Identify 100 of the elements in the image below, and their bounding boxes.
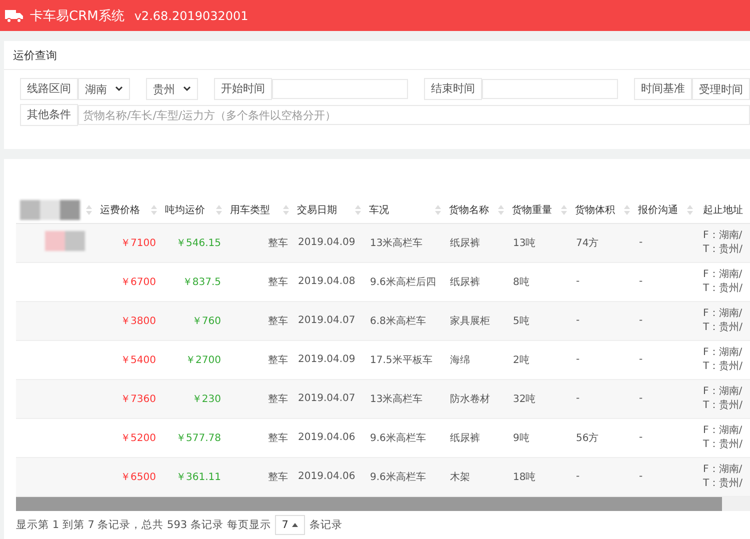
caret-icon	[183, 86, 191, 92]
field-label: 结束时间	[424, 78, 482, 100]
table-cell-text: F：湖南/	[703, 462, 744, 476]
column-header[interactable]: 货物体积	[575, 202, 615, 217]
table-cell: 整车	[268, 432, 288, 444]
table-cell: -	[639, 471, 643, 482]
table-cell: -	[639, 432, 643, 443]
table-cell: 整车	[268, 238, 288, 248]
sort-icon[interactable]	[283, 204, 289, 215]
table-cell: ￥230	[192, 394, 221, 404]
search-field[interactable]: 货物名称/车长/车型/运力方（多个条件以空格分开）	[78, 105, 750, 125]
app-version: v2.68.2019032001	[134, 8, 248, 22]
table-cell: 整车	[268, 276, 288, 288]
table-cell-text: F：湖南/	[703, 346, 744, 360]
table-cell: ￥3800	[120, 316, 156, 326]
table-cell: -	[576, 471, 580, 482]
table-cell: 13吨	[513, 238, 536, 248]
sort-icon[interactable]	[624, 204, 630, 215]
table-cell: ￥577.78	[176, 432, 221, 444]
table-cell: 海绵	[450, 354, 470, 366]
table-cell: ￥837.5	[182, 276, 221, 288]
caret-icon	[115, 86, 123, 92]
table-cell: -	[576, 393, 580, 404]
sort-icon[interactable]	[355, 204, 361, 215]
sort-icon[interactable]	[687, 204, 693, 215]
table-cell: ￥2700	[186, 354, 221, 366]
table-cell-text: F：湖南/	[703, 306, 744, 320]
column-header[interactable]: 报价沟通	[638, 202, 678, 217]
page-size-select[interactable]: 7	[274, 514, 306, 534]
table-cell: 13米高栏车	[370, 238, 423, 248]
redacted-drawing	[20, 200, 80, 220]
redacted-drawing	[45, 231, 85, 251]
table-cell-text: T：贵州/	[703, 242, 744, 256]
table-cell: 9.6米高栏后四	[370, 276, 436, 288]
table-cell: ￥5400	[120, 354, 156, 366]
table-cell: 家具展柜	[450, 316, 490, 326]
column-header[interactable]: 运费价格	[100, 202, 140, 217]
table-cell: 5吨	[513, 316, 530, 326]
table-cell: 整车	[268, 394, 288, 404]
table-cell: 17.5米平板车	[370, 354, 432, 366]
table-cell: 整车	[268, 472, 288, 482]
table-cell: 2019.04.09	[298, 237, 356, 248]
table-cell: 74方	[576, 238, 599, 248]
table-cell: -	[576, 315, 580, 326]
table-cell: 9吨	[513, 432, 530, 444]
field-label: 时间基准	[634, 78, 692, 100]
table-cell: 13米高栏车	[370, 394, 423, 404]
column-header[interactable]: 车况	[369, 202, 389, 217]
table-cell: 18吨	[513, 472, 536, 482]
column-header[interactable]: 货物重量	[512, 202, 552, 217]
column-header[interactable]: 用车类型	[230, 202, 270, 217]
page-summary: 显示第 1 到第 7 条记录，总共 593 条记录 每页显示	[16, 518, 271, 532]
time-basis-select[interactable]: 受理时间	[692, 78, 750, 100]
table-cell: 9.6米高栏车	[370, 472, 426, 482]
table-cell: -	[639, 315, 643, 326]
table-cell: 9.6米高栏车	[370, 432, 426, 444]
table-cell: ￥5200	[120, 432, 156, 444]
table-cell: 6.8米高栏车	[370, 316, 426, 326]
table-cell: -	[639, 393, 643, 404]
province-select[interactable]: 湖南	[78, 78, 130, 100]
table-cell-text: T：贵州/	[703, 398, 744, 412]
table-cell-text: F：湖南/	[703, 268, 744, 282]
table-cell: 纸尿裤	[450, 276, 480, 288]
column-header[interactable]: 起止地址	[703, 202, 743, 217]
scrollbar[interactable]	[16, 496, 750, 510]
table-cell: ￥7360	[120, 394, 156, 404]
sort-icon[interactable]	[86, 204, 92, 215]
table-cell-text: F：湖南/	[703, 424, 744, 438]
table-cell: 56方	[576, 432, 599, 444]
table-cell: 32吨	[513, 394, 536, 404]
table-cell: -	[576, 276, 580, 287]
table-cell-text: T：贵州/	[703, 476, 744, 490]
province-select[interactable]: 贵州	[146, 78, 198, 100]
sort-icon[interactable]	[498, 204, 504, 215]
table-cell: 整车	[268, 354, 288, 366]
page-summary: 条记录	[309, 518, 342, 532]
column-header[interactable]: 吨均运价	[165, 202, 205, 217]
column-header[interactable]: 货物名称	[449, 202, 489, 217]
column-header[interactable]: 交易日期	[297, 202, 337, 217]
caret-icon	[292, 522, 298, 526]
sort-icon[interactable]	[561, 204, 567, 215]
table-cell: 8吨	[513, 276, 530, 288]
table-cell: -	[639, 237, 643, 248]
table-cell: ￥7100	[120, 238, 156, 248]
table-cell: 2019.04.06	[298, 471, 356, 482]
table-cell-text: T：贵州/	[703, 360, 744, 374]
field-label: 开始时间	[214, 78, 272, 100]
table-cell: -	[576, 354, 580, 365]
table-cell: 2019.04.06	[298, 432, 356, 443]
field-label: 其他条件	[20, 104, 78, 126]
truck-icon	[4, 8, 24, 22]
sort-icon[interactable]	[216, 204, 222, 215]
table-cell: 木架	[450, 472, 470, 482]
table-cell: 2019.04.07	[298, 315, 356, 326]
table-cell: -	[639, 354, 643, 365]
table-cell: 2019.04.08	[298, 276, 356, 287]
table-cell: 整车	[268, 316, 288, 326]
sort-icon[interactable]	[151, 204, 157, 215]
table-cell: ￥6700	[120, 276, 156, 288]
sort-icon[interactable]	[435, 204, 441, 215]
